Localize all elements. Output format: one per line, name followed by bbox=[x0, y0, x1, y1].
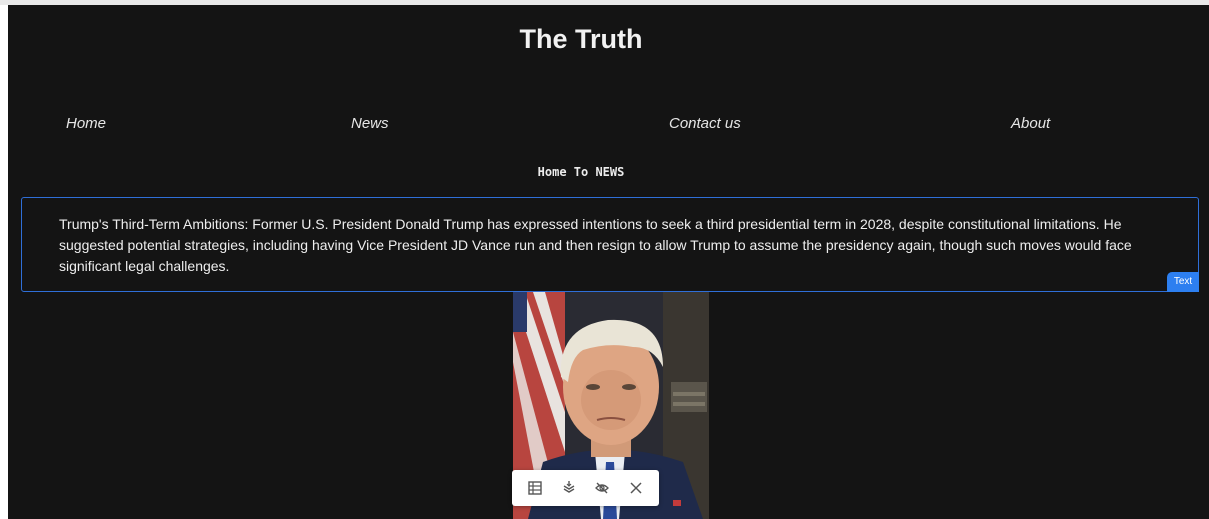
image-toolbar bbox=[512, 470, 659, 506]
layers-icon[interactable] bbox=[557, 476, 581, 500]
close-icon[interactable] bbox=[624, 476, 648, 500]
nav-link-about[interactable]: About bbox=[1011, 115, 1050, 132]
table-icon[interactable] bbox=[523, 476, 547, 500]
article-text-box[interactable]: Trump's Third-Term Ambitions: Former U.S… bbox=[21, 197, 1199, 292]
page-frame: The Truth Home News Contact us About Hom… bbox=[8, 5, 1209, 519]
eye-off-icon[interactable] bbox=[590, 476, 614, 500]
nav-link-contact[interactable]: Contact us bbox=[669, 115, 741, 132]
section-heading: Home To NEWS bbox=[537, 165, 625, 179]
nav-link-home[interactable]: Home bbox=[66, 115, 106, 132]
nav-link-news[interactable]: News bbox=[351, 115, 389, 132]
article-text: Trump's Third-Term Ambitions: Former U.S… bbox=[59, 216, 1132, 274]
text-block-tag[interactable]: Text bbox=[1167, 272, 1199, 292]
site-title: The Truth bbox=[519, 24, 643, 54]
